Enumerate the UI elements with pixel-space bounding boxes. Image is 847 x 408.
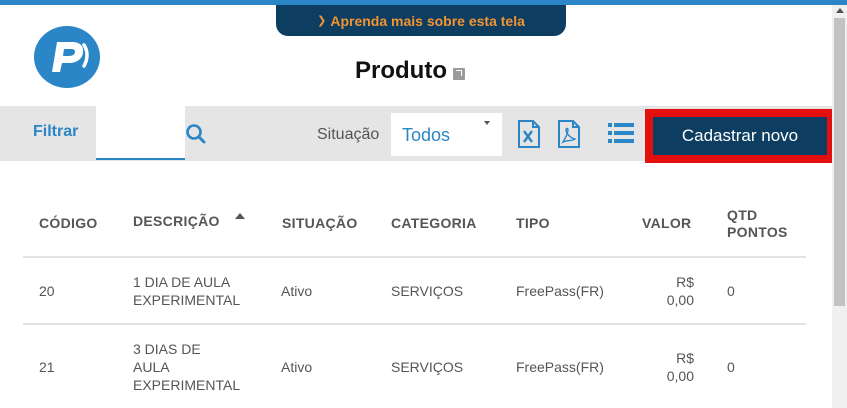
column-header-value[interactable]: VALOR (642, 215, 691, 232)
scroll-up-icon[interactable] (836, 8, 844, 13)
filter-input[interactable] (96, 106, 185, 160)
column-header-description[interactable]: DESCRIÇÃO (133, 213, 220, 230)
logo-icon (34, 26, 100, 88)
list-icon[interactable] (608, 123, 634, 143)
row-1-points: 0 (727, 283, 735, 299)
row-2-code: 21 (39, 359, 55, 375)
row-2-type: FreePass(FR) (516, 359, 604, 375)
header-divider (23, 256, 806, 258)
status-filter-label: Situação (317, 126, 380, 143)
learn-more-label: Aprenda mais sobre esta tela (330, 12, 525, 29)
row-2-category: SERVIÇOS (391, 359, 464, 375)
row-1-value: R$ 0,00 (666, 274, 694, 308)
row-2-description: 3 DIAS DE AULA EXPERIMENTAL (133, 341, 241, 393)
row-divider (23, 323, 806, 325)
column-header-type[interactable]: TIPO (516, 215, 550, 232)
learn-more-tab[interactable]: ❯ Aprenda mais sobre esta tela (276, 5, 566, 36)
row-1-type: FreePass(FR) (516, 283, 604, 299)
row-1-code: 20 (39, 283, 55, 299)
caret-down-icon (484, 121, 490, 125)
sort-asc-icon[interactable] (235, 213, 245, 219)
column-header-category[interactable]: CATEGORIA (391, 215, 477, 232)
search-icon[interactable] (184, 122, 208, 146)
row-1-status: Ativo (281, 283, 313, 299)
new-product-button[interactable]: Cadastrar novo (653, 117, 827, 155)
status-select-value: Todos (402, 125, 451, 145)
new-button-highlight: Cadastrar novo (645, 109, 835, 163)
scrollbar-thumb[interactable] (834, 18, 845, 306)
filter-label: Filtrar (33, 123, 79, 140)
row-1-description: 1 DIA DE AULA EXPERIMENTAL (133, 274, 241, 308)
row-2-points: 0 (727, 359, 735, 375)
column-header-points[interactable]: QTD PONTOS (727, 207, 797, 241)
column-header-code[interactable]: CÓDIGO (39, 215, 98, 232)
status-select[interactable]: Todos (391, 113, 502, 156)
chevron-down-icon: ❯ (317, 15, 327, 27)
row-2-value: R$ 0,00 (666, 350, 694, 384)
page-title: Produto (355, 57, 447, 84)
external-link-icon[interactable] (452, 68, 465, 80)
row-2-status: Ativo (281, 359, 313, 375)
column-header-status[interactable]: SITUAÇÃO (282, 215, 358, 232)
excel-icon[interactable] (517, 120, 541, 148)
row-1-category: SERVIÇOS (391, 283, 464, 299)
pdf-icon[interactable] (557, 120, 581, 148)
